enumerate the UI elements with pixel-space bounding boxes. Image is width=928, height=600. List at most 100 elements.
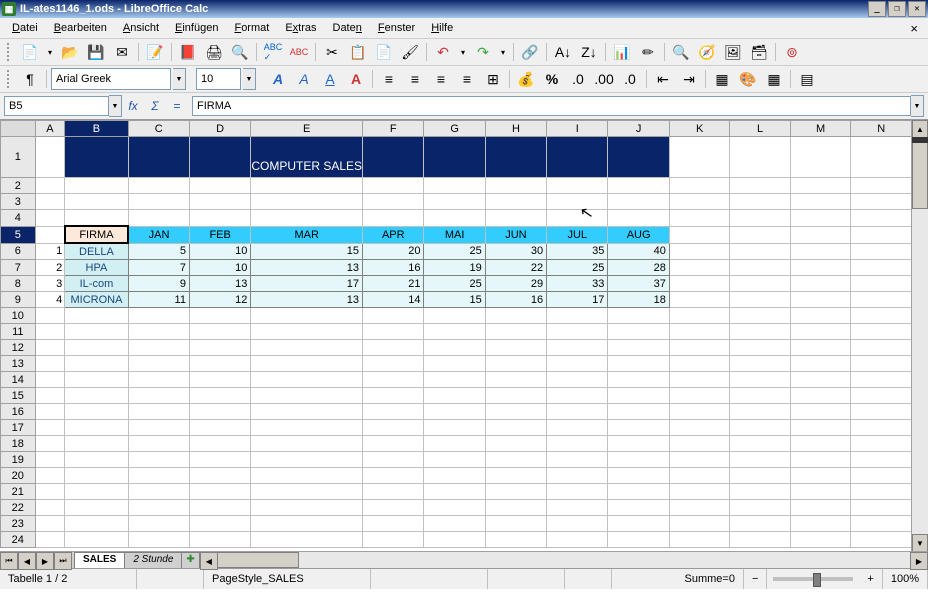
cell-J10[interactable] xyxy=(608,308,670,324)
format-paint-button[interactable]: 🖌 xyxy=(398,40,422,64)
cell-C11[interactable] xyxy=(128,324,189,340)
cell-G5[interactable]: MAI xyxy=(424,226,485,243)
cell-K13[interactable] xyxy=(669,356,729,372)
menu-daten[interactable]: Daten xyxy=(325,20,370,36)
cell-A1[interactable] xyxy=(35,137,65,178)
cell-L15[interactable] xyxy=(730,388,790,404)
cell-F19[interactable] xyxy=(363,452,424,468)
row-header-12[interactable]: 12 xyxy=(1,340,36,356)
zoom-out[interactable]: − xyxy=(744,569,767,589)
cell-G21[interactable] xyxy=(424,484,485,500)
font-color-button[interactable]: A xyxy=(344,67,368,91)
cell-F11[interactable] xyxy=(363,324,424,340)
cell-B19[interactable] xyxy=(65,452,128,468)
zoom-level[interactable]: 100% xyxy=(883,569,928,589)
cell-F7[interactable]: 16 xyxy=(363,260,424,276)
background-color-button[interactable]: 🎨 xyxy=(736,67,760,91)
zoom-in[interactable]: + xyxy=(859,569,882,589)
close-button[interactable]: ✕ xyxy=(908,1,926,17)
conditional-button[interactable]: ▤ xyxy=(795,67,819,91)
cell-G20[interactable] xyxy=(424,468,485,484)
cell-C19[interactable] xyxy=(128,452,189,468)
drawing-button[interactable]: ✏ xyxy=(636,40,660,64)
undo-dropdown[interactable]: ▾ xyxy=(457,40,469,64)
row-header-15[interactable]: 15 xyxy=(1,388,36,404)
col-header-B[interactable]: B xyxy=(65,121,128,137)
cell-J2[interactable] xyxy=(608,178,670,194)
cell-I10[interactable] xyxy=(547,308,608,324)
cell-H6[interactable]: 30 xyxy=(485,243,546,260)
cell-E22[interactable] xyxy=(251,500,363,516)
redo-button[interactable]: ↷ xyxy=(471,40,495,64)
formula-dropdown[interactable]: ▼ xyxy=(911,95,924,117)
cell-F3[interactable] xyxy=(363,194,424,210)
cell-G9[interactable]: 15 xyxy=(424,292,485,308)
cell-B13[interactable] xyxy=(65,356,128,372)
row-header-21[interactable]: 21 xyxy=(1,484,36,500)
font-size-dropdown[interactable]: ▼ xyxy=(243,68,256,90)
cell-D19[interactable] xyxy=(189,452,250,468)
sum-button[interactable]: Σ xyxy=(145,96,165,116)
scroll-down-button[interactable]: ▼ xyxy=(912,534,928,552)
cell-M2[interactable] xyxy=(790,178,851,194)
cell-I5[interactable]: JUL xyxy=(547,226,608,243)
cell-E24[interactable] xyxy=(251,532,363,548)
cell-A24[interactable] xyxy=(35,532,65,548)
cell-L21[interactable] xyxy=(730,484,790,500)
menu-einfuegen[interactable]: Einfügen xyxy=(167,20,226,36)
cell-H21[interactable] xyxy=(485,484,546,500)
cell-K22[interactable] xyxy=(669,500,729,516)
help-button[interactable]: ⊚ xyxy=(780,40,804,64)
cell-E17[interactable] xyxy=(251,420,363,436)
cell-C1[interactable] xyxy=(128,137,189,178)
row-header-14[interactable]: 14 xyxy=(1,372,36,388)
cell-B10[interactable] xyxy=(65,308,128,324)
remove-decimal-button[interactable]: .0 xyxy=(618,67,642,91)
cell-A13[interactable] xyxy=(35,356,65,372)
cell-B6[interactable]: DELLA xyxy=(65,243,128,260)
row-header-24[interactable]: 24 xyxy=(1,532,36,548)
cell-F12[interactable] xyxy=(363,340,424,356)
cell-B5[interactable]: FIRMA xyxy=(65,226,128,243)
toolbar-handle-2[interactable] xyxy=(7,70,13,88)
cell-M18[interactable] xyxy=(790,436,851,452)
cell-N23[interactable] xyxy=(851,516,912,532)
cell-L14[interactable] xyxy=(730,372,790,388)
cell-M19[interactable] xyxy=(790,452,851,468)
cell-H22[interactable] xyxy=(485,500,546,516)
cell-C18[interactable] xyxy=(128,436,189,452)
cell-H17[interactable] xyxy=(485,420,546,436)
cell-C3[interactable] xyxy=(128,194,189,210)
cell-reference-input[interactable] xyxy=(4,96,109,116)
cell-J1[interactable] xyxy=(608,137,670,178)
cell-C13[interactable] xyxy=(128,356,189,372)
cell-A19[interactable] xyxy=(35,452,65,468)
cell-M20[interactable] xyxy=(790,468,851,484)
cell-B15[interactable] xyxy=(65,388,128,404)
cell-F14[interactable] xyxy=(363,372,424,388)
cell-N21[interactable] xyxy=(851,484,912,500)
col-header-J[interactable]: J xyxy=(608,121,670,137)
cell-J8[interactable]: 37 xyxy=(608,276,670,292)
row-header-20[interactable]: 20 xyxy=(1,468,36,484)
print-button[interactable]: 🖨 xyxy=(202,40,226,64)
font-size-input[interactable] xyxy=(196,68,241,90)
cell-B24[interactable] xyxy=(65,532,128,548)
horizontal-scrollbar[interactable]: ◀ ▶ xyxy=(199,552,928,568)
cell-B1[interactable] xyxy=(65,137,128,178)
cell-F5[interactable]: APR xyxy=(363,226,424,243)
cell-A5[interactable] xyxy=(35,226,65,243)
cell-G10[interactable] xyxy=(424,308,485,324)
font-name-input[interactable] xyxy=(51,68,171,90)
cell-K8[interactable] xyxy=(669,276,729,292)
cell-K23[interactable] xyxy=(669,516,729,532)
cell-E5[interactable]: MAR xyxy=(251,226,363,243)
cell-D11[interactable] xyxy=(189,324,250,340)
tab-next-button[interactable]: ▶ xyxy=(36,552,54,570)
cell-L9[interactable] xyxy=(730,292,790,308)
cell-G17[interactable] xyxy=(424,420,485,436)
cell-A15[interactable] xyxy=(35,388,65,404)
cell-M15[interactable] xyxy=(790,388,851,404)
cell-E13[interactable] xyxy=(251,356,363,372)
cell-E18[interactable] xyxy=(251,436,363,452)
